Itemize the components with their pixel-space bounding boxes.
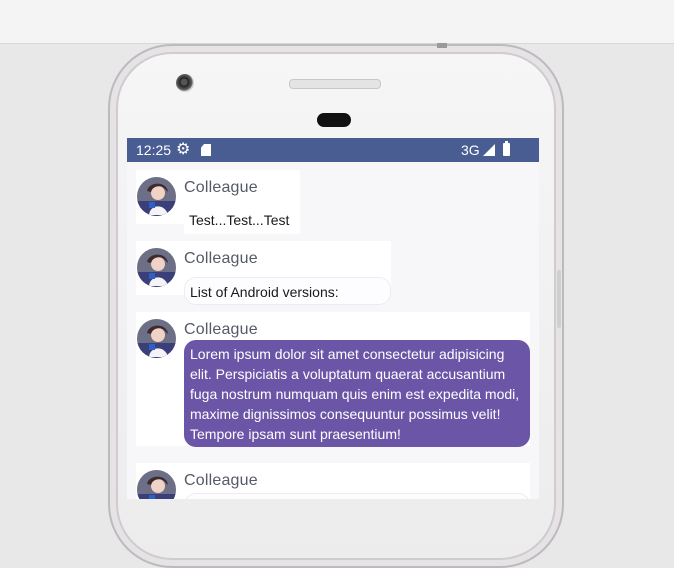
- message-bubble[interactable]: Test...Test...Test: [184, 206, 300, 234]
- message-bubble-highlighted[interactable]: Lorem ipsum dolor sit amet consectetur a…: [184, 340, 530, 447]
- avatar[interactable]: [137, 470, 176, 499]
- gear-icon: ⚙: [176, 141, 191, 158]
- sender-name: Colleague: [184, 179, 258, 196]
- battery-icon: [503, 141, 510, 156]
- message-bubble[interactable]: [184, 493, 530, 499]
- sender-name: Colleague: [184, 250, 258, 267]
- message-bubble[interactable]: List of Android versions:: [184, 277, 391, 305]
- phone-top-pin: [437, 43, 447, 48]
- sender-name: Colleague: [184, 472, 258, 489]
- avatar[interactable]: [137, 248, 176, 287]
- status-time: 12:25: [136, 142, 172, 158]
- signal-icon: [483, 144, 495, 156]
- proximity-sensor: [317, 113, 351, 127]
- phone-screen: 12:25 ⚙ 3G Colleague Test...Test...Test …: [127, 138, 539, 499]
- avatar[interactable]: [137, 319, 176, 358]
- status-bar: 12:25 ⚙ 3G: [127, 138, 539, 162]
- earpiece-speaker: [289, 79, 381, 89]
- message-item[interactable]: Colleague Test...Test...Test: [136, 170, 300, 234]
- network-type: 3G: [461, 142, 480, 158]
- browser-top-bar: [0, 0, 674, 44]
- avatar[interactable]: [137, 177, 176, 216]
- front-camera: [176, 74, 194, 92]
- message-item[interactable]: Colleague Lorem ipsum dolor sit amet con…: [136, 312, 530, 447]
- phone-side-button[interactable]: [557, 270, 561, 328]
- message-item[interactable]: Colleague: [136, 463, 530, 499]
- message-item[interactable]: Colleague List of Android versions:: [136, 241, 391, 305]
- sender-name: Colleague: [184, 321, 258, 338]
- sd-card-icon: [201, 144, 211, 156]
